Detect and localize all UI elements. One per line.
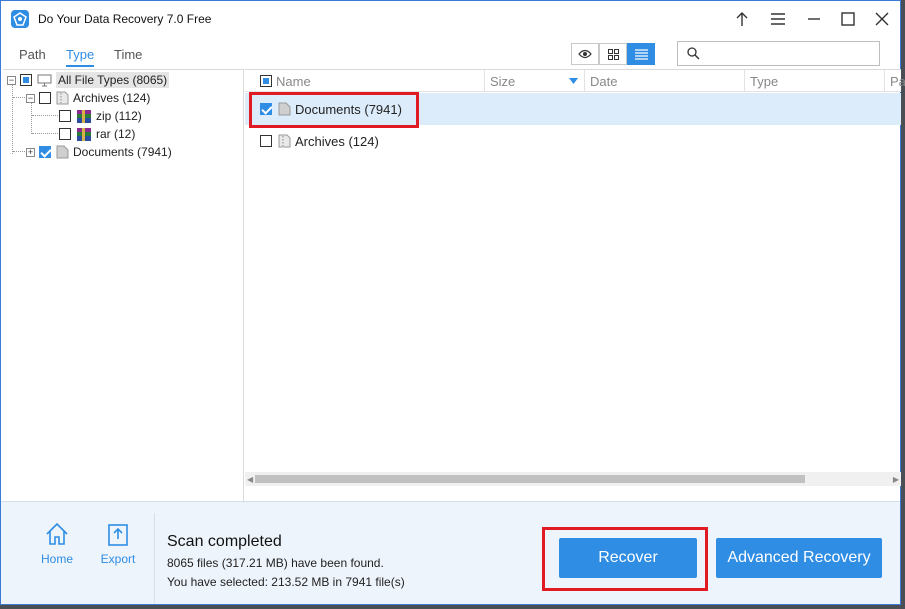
window-title: Do Your Data Recovery 7.0 Free — [38, 12, 212, 26]
tree-checkbox[interactable] — [59, 128, 71, 140]
archive-icon — [56, 91, 69, 105]
document-icon — [56, 145, 69, 159]
minimize-button[interactable] — [801, 7, 827, 31]
tab-type[interactable]: Type — [66, 47, 95, 67]
tab-path[interactable]: Path — [19, 47, 46, 65]
tab-time[interactable]: Time — [114, 47, 142, 65]
title-bar: Do Your Data Recovery 7.0 Free — [1, 1, 900, 37]
list-view-icon[interactable] — [627, 43, 655, 65]
file-row-archives[interactable]: Archives (124) — [245, 125, 901, 157]
tree-root-all-file-types[interactable]: − All File Types (8065) — [7, 71, 170, 89]
app-logo-icon — [11, 10, 29, 28]
tree-item-documents[interactable]: + Documents (7941) — [26, 143, 172, 161]
tree-checkbox[interactable] — [39, 146, 51, 158]
menu-icon[interactable] — [765, 7, 791, 31]
view-mode-group — [571, 43, 655, 65]
scrollbar-thumb[interactable] — [255, 475, 805, 483]
horizontal-scrollbar[interactable]: ◀ ▶ — [245, 472, 901, 486]
column-name[interactable]: Name — [276, 74, 311, 89]
tree-label: Archives (124) — [73, 91, 151, 105]
close-button[interactable] — [869, 7, 895, 31]
sort-down-icon — [569, 78, 578, 84]
selected-summary-text: You have selected: 213.52 MB in 7941 fil… — [167, 575, 405, 589]
advanced-recovery-button[interactable]: Advanced Recovery — [716, 538, 882, 578]
column-path[interactable]: Pa — [890, 74, 905, 89]
file-row-name: Archives (124) — [295, 133, 379, 149]
collapse-toggle[interactable]: − — [26, 93, 35, 103]
select-all-checkbox[interactable] — [260, 75, 272, 87]
preview-eye-icon[interactable] — [571, 43, 599, 65]
zip-archive-icon — [77, 109, 91, 123]
tree-checkbox[interactable] — [39, 92, 51, 104]
scan-status-title: Scan completed — [167, 533, 282, 550]
home-icon — [46, 522, 68, 545]
expand-toggle[interactable]: + — [26, 147, 35, 157]
column-header: Name Size Date Type Pa — [245, 70, 905, 92]
tree-label: rar (12) — [96, 127, 136, 141]
file-type-tree: − All File Types (8065) − Archives (124)… — [3, 69, 244, 501]
export-icon — [108, 524, 128, 546]
export-label: Export — [100, 552, 136, 566]
bottom-divider — [154, 513, 155, 603]
tree-item-archives[interactable]: − Archives (124) — [26, 89, 150, 107]
search-input[interactable] — [677, 41, 880, 66]
home-label: Home — [40, 552, 73, 566]
tree-item-rar[interactable]: rar (12) — [59, 125, 135, 143]
files-found-text: 8065 files (317.21 MB) have been found. — [167, 556, 384, 570]
file-list: Name Size Date Type Pa Documents (7941) … — [245, 69, 905, 501]
column-size[interactable]: Size — [490, 74, 515, 89]
app-window: Do Your Data Recovery 7.0 Free Path Type… — [0, 0, 905, 605]
maximize-button[interactable] — [835, 7, 861, 31]
tree-checkbox[interactable] — [20, 74, 32, 86]
column-date[interactable]: Date — [590, 74, 617, 89]
upload-arrow-icon[interactable] — [729, 7, 755, 31]
grid-view-icon[interactable] — [599, 43, 627, 65]
tree-item-zip[interactable]: zip (112) — [59, 107, 142, 125]
tree-label: All File Types (8065) — [56, 72, 170, 88]
tree-label: zip (112) — [96, 109, 142, 123]
export-button[interactable]: Export — [93, 521, 143, 583]
collapse-toggle[interactable]: − — [7, 75, 16, 85]
tree-label: Documents (7941) — [73, 145, 172, 159]
home-button[interactable]: Home — [32, 521, 82, 583]
row-checkbox[interactable] — [260, 135, 272, 147]
archive-icon — [278, 134, 291, 148]
highlight-box-documents — [249, 92, 419, 128]
rar-archive-icon — [77, 127, 91, 141]
computer-icon — [37, 74, 52, 86]
tree-checkbox[interactable] — [59, 110, 71, 122]
column-type[interactable]: Type — [750, 74, 778, 89]
highlight-box-recover — [542, 527, 708, 591]
search-icon — [687, 47, 700, 60]
